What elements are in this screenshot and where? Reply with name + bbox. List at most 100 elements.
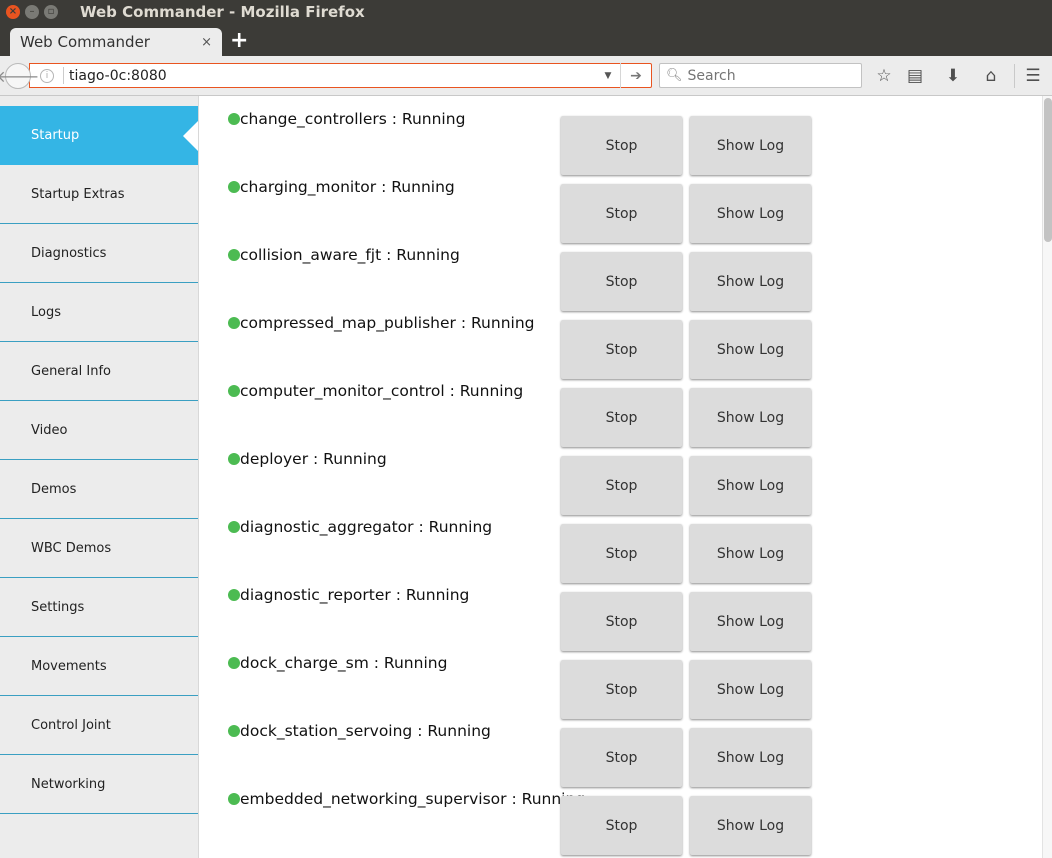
search-icon: 🔍︎ (666, 68, 683, 83)
window-title: Web Commander - Mozilla Firefox (80, 3, 365, 21)
sidebar-item-video[interactable]: Video (0, 401, 198, 460)
process-name: diagnostic_aggregator (240, 518, 414, 536)
sidebar-item-demos[interactable]: Demos (0, 460, 198, 519)
toolbar-separator (1014, 64, 1015, 88)
url-bar[interactable]: i tiago-0c:8080 ▼ ➔ (29, 63, 652, 88)
reading-list-icon[interactable]: ▤ (904, 65, 926, 87)
sidebar-item-networking[interactable]: Networking (0, 755, 198, 814)
url-text[interactable]: tiago-0c:8080 (69, 68, 596, 84)
sidebar-item-movements[interactable]: Movements (0, 637, 198, 696)
minimize-icon: – (29, 6, 35, 17)
new-tab-button[interactable]: + (230, 29, 248, 53)
status-separator: : (444, 382, 460, 400)
status-separator: : (390, 586, 406, 604)
sidebar-item-diagnostics[interactable]: Diagnostics (0, 224, 198, 283)
scrollbar-thumb[interactable] (1044, 98, 1052, 242)
running-status-icon (228, 793, 240, 805)
process-status: computer_monitor_control : Running (228, 382, 523, 400)
search-box[interactable]: 🔍︎ (659, 63, 862, 88)
site-info-icon[interactable]: i (40, 68, 54, 83)
process-status: dock_charge_sm : Running (228, 654, 447, 672)
process-state: Running (405, 586, 470, 604)
process-state: Running (427, 722, 491, 740)
process-state: Running (383, 654, 448, 672)
process-name: change_controllers (240, 110, 387, 128)
bookmark-star-icon[interactable]: ☆ (873, 65, 895, 87)
process-name: computer_monitor_control (240, 382, 445, 400)
navigation-toolbar: i tiago-0c:8080 ▼ ➔ 🡐 🔍︎ ☆ ▤ ⬇ ⌂ ☰ (0, 56, 1052, 96)
process-row: change_controllers : Running Stop Show Log (199, 96, 1042, 175)
sidebar-item-label: Logs (31, 304, 61, 320)
close-icon: × (8, 6, 18, 17)
maximize-icon: ▫ (47, 6, 55, 17)
back-arrow-icon: 🡐 (0, 67, 40, 86)
downloads-icon[interactable]: ⬇ (942, 65, 964, 87)
status-separator: : (368, 654, 384, 672)
sidebar-item-wbc-demos[interactable]: WBC Demos (0, 519, 198, 578)
sidebar-item-logs[interactable]: Logs (0, 283, 198, 342)
web-page: Startup Startup Extras Diagnostics Logs Gene… (0, 96, 1052, 858)
process-state: Running (396, 246, 460, 264)
process-row: compressed_map_publisher : Running Stop Sh… (199, 300, 1042, 379)
sidebar-item-label: WBC Demos (31, 540, 112, 556)
process-row: diagnostic_reporter : Running Stop Show Lo… (199, 572, 1042, 651)
process-status: compressed_map_publisher : Running (228, 314, 535, 332)
sidebar-item-label: Settings (31, 599, 85, 615)
status-separator: : (506, 790, 522, 808)
sidebar-item-label: Demos (31, 481, 77, 497)
process-name: collision_aware_fjt (240, 246, 382, 264)
home-icon[interactable]: ⌂ (980, 65, 1002, 87)
process-state: Running (391, 178, 455, 196)
sidebar-item-general-info[interactable]: General Info (0, 342, 198, 401)
go-arrow-icon[interactable]: ➔ (621, 68, 651, 84)
tab-title: Web Commander (20, 33, 150, 51)
sidebar-item-label: Diagnostics (31, 245, 107, 261)
sidebar-item-label: General Info (31, 363, 111, 379)
window-maximize-button[interactable]: ▫ (44, 5, 58, 19)
sidebar-item-label: Control Joint (31, 717, 111, 733)
process-name: diagnostic_reporter (240, 586, 391, 604)
sidebar-item-control-joint[interactable]: Control Joint (0, 696, 198, 755)
process-status: dock_station_servoing : Running (228, 722, 491, 740)
running-status-icon (228, 385, 240, 397)
running-status-icon (228, 589, 240, 601)
process-status: collision_aware_fjt : Running (228, 246, 460, 264)
process-state: Running (470, 314, 535, 332)
status-separator: : (413, 518, 429, 536)
hamburger-menu-icon[interactable]: ☰ (1022, 65, 1044, 87)
sidebar-item-settings[interactable]: Settings (0, 578, 198, 637)
page-scrollbar[interactable] (1042, 96, 1052, 858)
process-status: change_controllers : Running (228, 110, 465, 128)
sidebar-item-startup[interactable]: Startup (0, 106, 198, 165)
window-close-button[interactable]: × (6, 5, 20, 19)
url-separator (63, 67, 64, 84)
sidebar-item-label: Movements (31, 658, 107, 674)
process-name: embedded_networking_supervisor (240, 790, 507, 808)
tab-close-icon[interactable]: × (201, 35, 212, 50)
status-separator: : (376, 178, 392, 196)
process-row: computer_monitor_control : Running Stop Sh… (199, 368, 1042, 447)
process-row: dock_charge_sm : Running Stop Show Log (199, 640, 1042, 719)
process-state: Running (459, 382, 524, 400)
window-minimize-button[interactable]: – (25, 5, 39, 19)
process-name: deployer (240, 450, 309, 468)
sidebar: Startup Startup Extras Diagnostics Logs Gene… (0, 96, 199, 858)
stop-button[interactable]: Stop (561, 796, 682, 855)
sidebar-item-startup-extras[interactable]: Startup Extras (0, 165, 198, 224)
window-title-bar: × – ▫ Web Commander - Mozilla Firefox (0, 0, 1052, 24)
running-status-icon (228, 249, 240, 261)
running-status-icon (228, 317, 240, 329)
process-row: dock_station_servoing : Running Stop Show … (199, 708, 1042, 787)
process-name: charging_monitor (240, 178, 377, 196)
search-input[interactable] (687, 67, 858, 84)
status-separator: : (412, 722, 428, 740)
sidebar-item-label: Startup (31, 128, 80, 143)
process-row: diagnostic_aggregator : Running Stop Show … (199, 504, 1042, 583)
running-status-icon (228, 521, 240, 533)
back-button[interactable]: 🡐 (0, 63, 39, 89)
tab-strip: Web Commander × + (0, 24, 1052, 56)
status-separator: : (455, 314, 471, 332)
url-history-dropdown-icon[interactable]: ▼ (596, 71, 620, 81)
browser-tab[interactable]: Web Commander × (10, 28, 222, 56)
show-log-button[interactable]: Show Log (690, 796, 811, 855)
